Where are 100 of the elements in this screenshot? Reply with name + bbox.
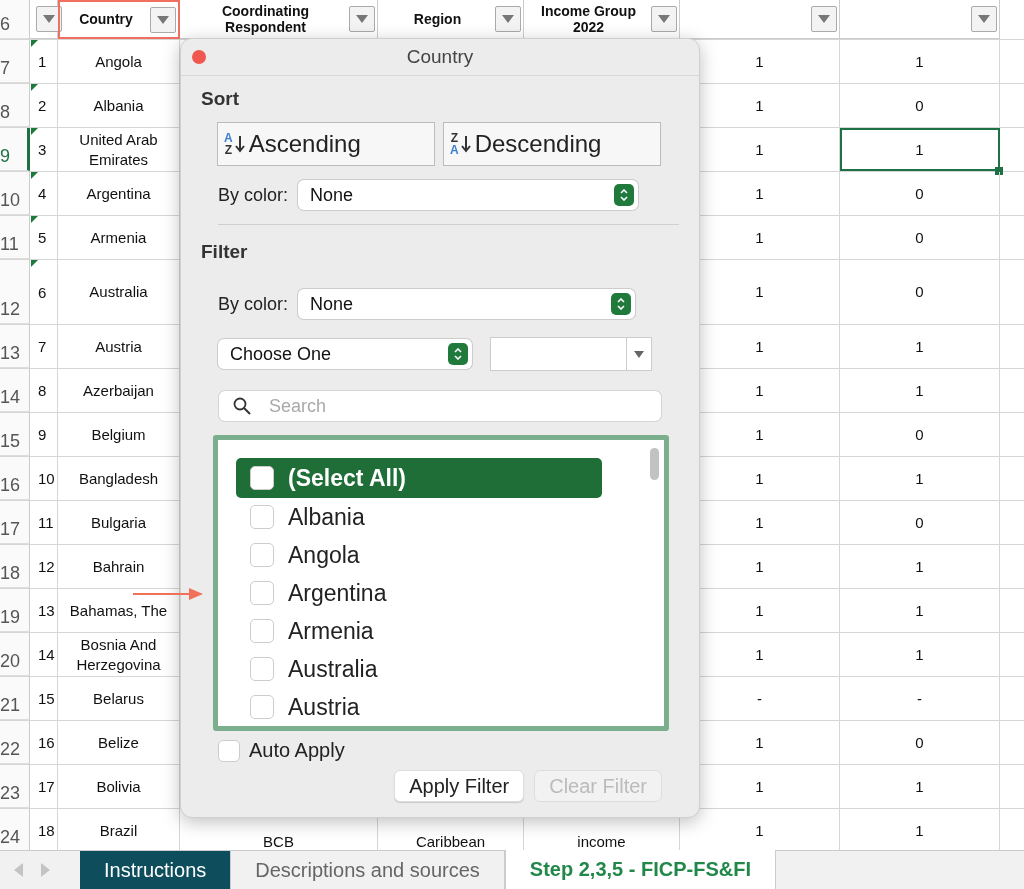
table-cell: 12: [30, 545, 58, 588]
table-cell: 2: [30, 84, 58, 127]
table-cell: 1: [30, 40, 58, 83]
table-cell: 0: [840, 260, 1000, 324]
row-number: 14: [0, 369, 30, 412]
sheet-tab[interactable]: Step 2,3,5 - FICP-FS&FI: [504, 850, 776, 889]
row-number: 20: [0, 633, 30, 676]
checkbox-label: Auto Apply: [249, 739, 345, 762]
row-number: 17: [0, 501, 30, 544]
checkbox[interactable]: [250, 619, 274, 643]
list-item[interactable]: (Select All): [236, 458, 602, 498]
filter-dropdown-button[interactable]: [971, 6, 997, 32]
caret-icon: [157, 15, 169, 24]
table-cell: 9: [30, 413, 58, 456]
filter-dropdown-button[interactable]: [36, 6, 62, 32]
list-item[interactable]: Argentina: [236, 574, 602, 612]
list-item[interactable]: Angola: [236, 536, 602, 574]
caret-icon: [818, 15, 830, 23]
sort-ascending-button[interactable]: A Z Ascending: [217, 122, 435, 166]
table-cell: 17: [30, 765, 58, 808]
condition-select[interactable]: Choose One: [218, 339, 472, 369]
table-cell: 14: [30, 633, 58, 676]
filter-dropdown-button[interactable]: [349, 6, 375, 32]
table-cell: 1: [840, 128, 1000, 171]
comment-flag-icon: [31, 260, 38, 267]
caret-icon: [356, 15, 368, 23]
dialog-title: Country: [406, 46, 474, 68]
comment-flag-icon: [31, 172, 38, 179]
comment-flag-icon: [31, 128, 38, 135]
column-label: Coordinating Respondent: [220, 2, 311, 36]
table-cell: 0: [840, 216, 1000, 259]
table-cell: 3: [30, 128, 58, 171]
checkbox[interactable]: [250, 505, 274, 529]
filter-dropdown-button[interactable]: [811, 6, 837, 32]
row-number: 18: [0, 545, 30, 588]
table-cell: 0: [840, 84, 1000, 127]
stepper-icon: [448, 343, 468, 365]
filter-color-select[interactable]: None: [298, 289, 636, 319]
checkbox[interactable]: [250, 657, 274, 681]
row-number: 7: [0, 40, 30, 83]
table-cell: 0: [840, 501, 1000, 544]
table-cell: 16: [30, 721, 58, 764]
list-item[interactable]: Albania: [236, 498, 602, 536]
column-header[interactable]: [840, 0, 1000, 39]
table-cell: 6: [30, 260, 58, 324]
section-heading: Filter: [201, 241, 249, 263]
scrollbar-thumb[interactable]: [649, 448, 659, 480]
row-number: 9: [0, 128, 30, 171]
table-cell: 0: [840, 721, 1000, 764]
checkbox[interactable]: [250, 695, 274, 719]
table-cell: 5: [30, 216, 58, 259]
apply-filter-button[interactable]: Apply Filter: [394, 770, 525, 802]
close-button[interactable]: [192, 50, 206, 64]
list-item[interactable]: Austria: [236, 688, 602, 726]
sheet-tab[interactable]: Instructions: [80, 851, 232, 889]
section-heading: Sort: [201, 88, 240, 110]
table-cell: 1: [840, 369, 1000, 412]
list-item[interactable]: Australia: [236, 650, 602, 688]
checkbox[interactable]: [218, 739, 240, 762]
row-number: 21: [0, 677, 30, 720]
comment-flag-icon: [31, 216, 38, 223]
sort-descending-button[interactable]: Z A Descending: [443, 122, 661, 166]
column-label: Region: [412, 10, 463, 28]
table-cell: 1: [840, 325, 1000, 368]
table-cell: 11: [30, 501, 58, 544]
caret-icon: [658, 15, 670, 23]
column-header[interactable]: Country: [58, 0, 180, 39]
sort-color-select[interactable]: None: [298, 180, 639, 210]
table-cell: 1: [840, 633, 1000, 676]
caret-icon: [502, 15, 514, 23]
search-field[interactable]: Search: [219, 391, 661, 421]
checkbox[interactable]: [250, 581, 274, 605]
filter-dropdown-button[interactable]: [495, 6, 521, 32]
row-number: 22: [0, 721, 30, 764]
checkbox[interactable]: [250, 543, 274, 567]
filter-dropdown-button[interactable]: [150, 6, 176, 33]
field-label: By color:: [218, 184, 289, 206]
checkbox[interactable]: [250, 466, 274, 490]
list-item[interactable]: Armenia: [236, 612, 602, 650]
filter-dropdown-button[interactable]: [651, 6, 677, 32]
field-label: By color:: [218, 293, 289, 315]
fill-handle[interactable]: [995, 167, 1003, 175]
sheet-tab[interactable]: Descriptions and sources: [231, 851, 505, 889]
table-cell: 1: [840, 40, 1000, 83]
row-number: 8: [0, 84, 30, 127]
table-cell: 7: [30, 325, 58, 368]
row-number: 13: [0, 325, 30, 368]
table-cell: 0: [840, 172, 1000, 215]
stepper-icon: [614, 184, 635, 206]
row-number: 6: [0, 0, 30, 39]
row-number: 16: [0, 457, 30, 500]
caret-icon: [634, 350, 644, 358]
row-number: 23: [0, 765, 30, 808]
column-label: Country: [78, 11, 134, 28]
caret-icon: [978, 15, 990, 23]
value-combo-field[interactable]: [490, 337, 652, 371]
search-icon: [233, 397, 251, 415]
annotation-arrow: [133, 588, 203, 600]
column-label: Income Group 2022: [540, 2, 637, 36]
table-cell: -: [840, 677, 1000, 720]
